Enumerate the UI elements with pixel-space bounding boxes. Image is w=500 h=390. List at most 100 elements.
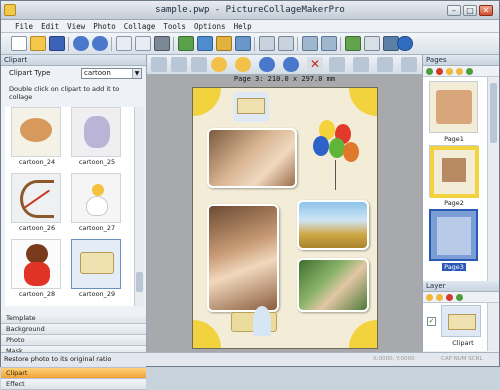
clipart-thumb[interactable]: cartoon_28 bbox=[9, 239, 66, 299]
template-icon[interactable] bbox=[345, 36, 361, 51]
actual-size-icon[interactable] bbox=[321, 36, 337, 51]
zoom-out-icon[interactable] bbox=[278, 36, 294, 51]
rotate-left-icon[interactable] bbox=[171, 57, 187, 72]
photo-mother-daughter[interactable] bbox=[207, 204, 279, 312]
save-icon[interactable] bbox=[49, 36, 65, 51]
redo-icon[interactable] bbox=[92, 36, 108, 51]
undo-icon[interactable] bbox=[73, 36, 89, 51]
effects-icon[interactable] bbox=[235, 57, 251, 72]
menu-edit[interactable]: Edit bbox=[37, 20, 63, 33]
canvas-area: ✕ Page 3: 210.0 x 297.0 mm bbox=[147, 55, 422, 352]
scrollbar-thumb[interactable] bbox=[490, 83, 497, 143]
align-icon[interactable] bbox=[353, 57, 369, 72]
menu-options[interactable]: Options bbox=[190, 20, 230, 33]
photo-family[interactable] bbox=[297, 258, 369, 312]
print-icon[interactable] bbox=[154, 36, 170, 51]
page-thumb-1[interactable] bbox=[429, 81, 478, 133]
menu-tools[interactable]: Tools bbox=[159, 20, 190, 33]
clipart-caption: cartoon_25 bbox=[78, 158, 116, 166]
add-clipart-icon[interactable] bbox=[216, 36, 232, 51]
sidebar-item-effect[interactable]: Effect bbox=[1, 379, 146, 390]
copy-icon[interactable] bbox=[116, 36, 132, 51]
clipart-hint: Double click on clipart to add it to col… bbox=[9, 85, 120, 101]
maximize-icon[interactable]: □ bbox=[463, 5, 477, 16]
layer-visibility-checkbox[interactable]: ✓ bbox=[427, 317, 436, 326]
clipart-caption: cartoon_28 bbox=[18, 290, 56, 298]
balloons-clipart[interactable] bbox=[313, 120, 371, 192]
restore-ratio-icon[interactable] bbox=[329, 57, 345, 72]
pages-list: Page1 Page2 Page3 bbox=[423, 77, 487, 281]
settings-icon[interactable] bbox=[364, 36, 380, 51]
toolbar-separator bbox=[297, 37, 298, 51]
menu-collage[interactable]: Collage bbox=[120, 20, 160, 33]
distribute-icon[interactable] bbox=[401, 57, 417, 72]
sidebar-item-template[interactable]: Template bbox=[1, 313, 146, 324]
sidebar-item-background[interactable]: Background bbox=[1, 324, 146, 335]
clipart-thumb[interactable]: cartoon_27 bbox=[69, 173, 126, 233]
help-icon[interactable] bbox=[397, 36, 413, 51]
open-icon[interactable] bbox=[30, 36, 46, 51]
undo-canvas-icon[interactable] bbox=[259, 57, 275, 72]
layer-scrollbar[interactable] bbox=[487, 303, 499, 351]
photo-field[interactable] bbox=[297, 200, 369, 250]
scrollbar-thumb[interactable] bbox=[136, 272, 143, 292]
rotate-right-icon[interactable] bbox=[191, 57, 207, 72]
page-down-icon[interactable] bbox=[456, 67, 463, 75]
toolbar-separator bbox=[68, 37, 69, 51]
layer-add-icon[interactable] bbox=[456, 293, 463, 301]
page-label-2: Page2 bbox=[444, 199, 464, 207]
redo-canvas-icon[interactable] bbox=[283, 57, 299, 72]
enhance-icon[interactable] bbox=[211, 57, 227, 72]
crop-icon[interactable] bbox=[151, 57, 167, 72]
page-up-icon[interactable] bbox=[446, 67, 453, 75]
layer-order-icon[interactable] bbox=[377, 57, 393, 72]
menu-photo[interactable]: Photo bbox=[89, 20, 120, 33]
menu-help[interactable]: Help bbox=[230, 20, 256, 33]
clipart-caption: cartoon_29 bbox=[78, 290, 116, 298]
layer-list: ✓ Clipart bbox=[423, 303, 487, 351]
clipart-thumb[interactable]: cartoon_29 bbox=[69, 239, 126, 299]
minimize-icon[interactable]: – bbox=[447, 5, 461, 16]
layer-up-icon[interactable] bbox=[426, 293, 433, 301]
status-bar: Restore photo to its original ratio X:00… bbox=[1, 352, 499, 366]
canvas-toolbar: ✕ bbox=[147, 55, 422, 75]
layer-delete-icon[interactable] bbox=[446, 293, 453, 301]
status-message: Restore photo to its original ratio bbox=[4, 355, 112, 363]
zoom-in-icon[interactable] bbox=[259, 36, 275, 51]
scroll-clipart[interactable] bbox=[233, 92, 269, 122]
sidebar-item-clipart[interactable]: Clipart bbox=[1, 368, 146, 379]
corner-decoration bbox=[193, 88, 221, 116]
clipart-scrollbar[interactable] bbox=[134, 107, 144, 306]
paste-icon[interactable] bbox=[135, 36, 151, 51]
page-label-1: Page1 bbox=[444, 135, 464, 143]
duplicate-page-icon[interactable] bbox=[466, 67, 473, 75]
add-photo-icon[interactable] bbox=[178, 36, 194, 51]
chevron-down-icon[interactable]: ▼ bbox=[132, 69, 141, 78]
main-toolbar bbox=[1, 33, 499, 55]
ribbon-clipart[interactable] bbox=[253, 306, 271, 336]
clipart-thumb[interactable]: cartoon_26 bbox=[9, 173, 66, 233]
layer-down-icon[interactable] bbox=[436, 293, 443, 301]
clipart-type-select[interactable]: cartoon ▼ bbox=[81, 68, 142, 79]
page-info: Page 3: 210.0 x 297.0 mm bbox=[233, 75, 336, 83]
menu-file[interactable]: File bbox=[11, 20, 37, 33]
page-thumb-2[interactable] bbox=[429, 145, 479, 198]
add-page-icon[interactable] bbox=[426, 67, 433, 75]
export-icon[interactable] bbox=[235, 36, 251, 51]
collage-page[interactable] bbox=[192, 87, 378, 349]
photo-reading[interactable] bbox=[207, 128, 297, 188]
add-frame-icon[interactable] bbox=[197, 36, 213, 51]
fit-page-icon[interactable] bbox=[302, 36, 318, 51]
sidebar-item-photo[interactable]: Photo bbox=[1, 335, 146, 346]
pages-scrollbar[interactable] bbox=[487, 77, 499, 281]
close-icon[interactable]: ✕ bbox=[479, 5, 493, 16]
layer-thumb[interactable] bbox=[441, 305, 481, 337]
delete-page-icon[interactable] bbox=[436, 67, 443, 75]
clipart-caption: cartoon_24 bbox=[18, 158, 56, 166]
delete-icon[interactable]: ✕ bbox=[307, 57, 323, 72]
clipart-thumb[interactable]: cartoon_24 bbox=[9, 107, 66, 167]
new-icon[interactable] bbox=[11, 36, 27, 51]
page-thumb-3[interactable] bbox=[429, 209, 478, 261]
menu-view[interactable]: View bbox=[63, 20, 89, 33]
clipart-thumb[interactable]: cartoon_25 bbox=[69, 107, 126, 167]
